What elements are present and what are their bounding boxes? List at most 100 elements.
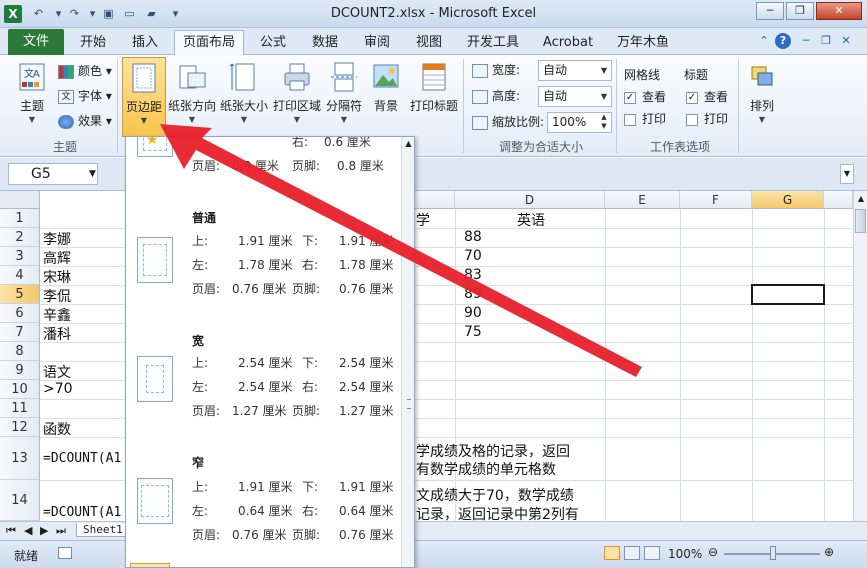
cell-a2[interactable]: 李娜 <box>43 229 71 249</box>
scrollbar-thumb[interactable] <box>855 209 866 233</box>
colors-button[interactable]: 颜色 ▾ <box>58 61 112 81</box>
themes-button[interactable]: 文 A 主题 ▼ <box>10 57 54 135</box>
row-header-4[interactable]: 4 <box>0 266 40 285</box>
cell-note14-line1[interactable]: 文成绩大于70，数学成绩 <box>416 485 574 505</box>
cell-d6[interactable]: 90 <box>464 305 482 321</box>
active-cell-g5[interactable] <box>751 284 825 305</box>
row-header-7[interactable]: 7 <box>0 323 40 342</box>
cell-a4[interactable]: 宋琳 <box>43 267 71 287</box>
last-sheet-icon[interactable]: ⏭ <box>56 524 66 538</box>
normal-view-icon[interactable] <box>604 546 620 560</box>
restore-button[interactable]: ❐ <box>786 2 814 20</box>
column-header-e[interactable]: E <box>605 191 680 209</box>
tab-developer[interactable]: 开发工具 <box>458 31 528 55</box>
scroll-up-icon[interactable]: ▲ <box>855 192 867 206</box>
page-layout-view-icon[interactable] <box>624 546 640 560</box>
headings-print-checkbox[interactable]: 打印 <box>686 109 728 129</box>
tab-page-layout[interactable]: 页面布局 <box>174 30 244 56</box>
cell-d5[interactable]: 89 <box>464 286 482 302</box>
height-select[interactable]: 自动 ▼ <box>538 86 612 107</box>
column-header-d[interactable]: D <box>455 191 605 209</box>
row-header-10[interactable]: 10 <box>0 380 40 399</box>
custom-margins-icon[interactable] <box>130 563 170 567</box>
headings-view-checkbox[interactable]: ✓ 查看 <box>686 87 728 107</box>
cell-a13[interactable]: =DCOUNT(A1 <box>43 451 121 466</box>
size-button[interactable]: 纸张大小 ▼ <box>220 57 268 135</box>
first-sheet-icon[interactable]: ⏮ <box>6 524 16 538</box>
print-area-button[interactable]: 打印区域 ▼ <box>272 57 322 135</box>
zoom-out-icon[interactable]: ⊖ <box>708 545 718 559</box>
margin-option-normal[interactable]: 普通 上: 1.91 厘米 下: 1.91 厘米 左: 1.78 厘米 右: 1… <box>126 201 401 311</box>
column-header-f[interactable]: F <box>680 191 752 209</box>
sheet-tab-sheet1[interactable]: Sheet1 <box>76 523 130 537</box>
workbook-minimize-icon[interactable]: ─ <box>798 33 814 49</box>
row-header-2[interactable]: 2 <box>0 228 40 247</box>
row-header-11[interactable]: 11 <box>0 399 40 418</box>
margin-option-last-custom[interactable]: ★ 右: 0.6 厘米 页眉: 0.8 厘米 页脚: 0.8 厘米 <box>126 137 401 181</box>
cell-a3[interactable]: 高辉 <box>43 248 71 268</box>
chevron-down-icon[interactable]: ▼ <box>89 164 96 184</box>
column-header-h[interactable] <box>824 191 853 209</box>
minimize-button[interactable]: ─ <box>756 2 784 20</box>
cell-a14[interactable]: =DCOUNT(A1 <box>43 505 121 520</box>
cell-d7[interactable]: 75 <box>464 324 482 340</box>
tab-insert[interactable]: 插入 <box>122 31 168 55</box>
cell-a5[interactable]: 李侃 <box>43 286 71 306</box>
page-break-view-icon[interactable] <box>644 546 660 560</box>
cell-a7[interactable]: 潘科 <box>43 324 71 344</box>
tab-view[interactable]: 视图 <box>406 31 452 55</box>
dropdown-scrollbar[interactable]: ▲ <box>401 137 414 567</box>
name-box[interactable]: G5 ▼ <box>8 163 98 185</box>
tab-formulas[interactable]: 公式 <box>250 31 296 55</box>
row-header-14[interactable]: 14 <box>0 480 40 521</box>
tab-file[interactable]: 文件 <box>8 29 64 55</box>
orientation-button[interactable]: 纸张方向 ▼ <box>168 57 216 135</box>
cell-c1[interactable]: 学 <box>416 210 430 230</box>
next-sheet-icon[interactable]: ▶ <box>40 524 48 537</box>
cell-d1[interactable]: 英语 <box>517 210 545 230</box>
row-header-6[interactable]: 6 <box>0 304 40 323</box>
margin-option-wide[interactable]: 宽 上: 2.54 厘米 下: 2.54 厘米 左: 2.54 厘米 右: 2.… <box>126 324 401 434</box>
select-all-corner[interactable] <box>0 191 40 209</box>
row-header-9[interactable]: 9 <box>0 361 40 380</box>
fonts-button[interactable]: 文字体 ▾ <box>58 86 112 106</box>
cell-note13-line2[interactable]: 有数学成绩的单元格数 <box>416 459 556 479</box>
cell-a10[interactable]: >70 <box>43 381 73 397</box>
tab-data[interactable]: 数据 <box>302 31 348 55</box>
workbook-close-icon[interactable]: ✕ <box>838 33 854 49</box>
background-button[interactable]: 背景 <box>366 57 406 135</box>
tab-review[interactable]: 审阅 <box>354 31 400 55</box>
zoom-level[interactable]: 100% <box>668 547 702 561</box>
margin-option-narrow[interactable]: 窄 上: 1.91 厘米 下: 1.91 厘米 左: 0.64 厘米 右: 0.… <box>126 446 401 556</box>
row-header-1[interactable]: 1 <box>0 209 40 228</box>
zoom-slider-thumb[interactable] <box>770 546 776 560</box>
cell-d4[interactable]: 83 <box>464 267 482 283</box>
cell-d2[interactable]: 88 <box>464 229 482 245</box>
close-button[interactable]: ✕ <box>816 2 862 20</box>
row-header-5[interactable]: 5 <box>0 285 40 304</box>
scroll-up-icon[interactable]: ▲ <box>402 139 414 151</box>
row-header-8[interactable]: 8 <box>0 342 40 361</box>
zoom-in-icon[interactable]: ⊕ <box>824 545 834 559</box>
tab-wannianmuyu[interactable]: 万年木鱼 <box>608 31 678 55</box>
help-icon[interactable]: ? <box>775 33 791 49</box>
row-header-3[interactable]: 3 <box>0 247 40 266</box>
scale-spinner[interactable]: 100% ▲ ▼ <box>547 112 612 133</box>
effects-button[interactable]: 效果 ▾ <box>58 111 112 131</box>
margins-button[interactable]: 页边距 ▼ <box>122 57 166 137</box>
column-header-g[interactable]: G <box>752 191 824 209</box>
tab-home[interactable]: 开始 <box>70 31 116 55</box>
workbook-restore-icon[interactable]: ❐ <box>818 33 834 49</box>
ribbon-minimize-icon[interactable]: ⌃ <box>756 33 772 49</box>
print-titles-button[interactable]: 打印标题 <box>408 57 460 135</box>
tab-acrobat[interactable]: Acrobat <box>536 31 600 55</box>
cell-note13-line1[interactable]: 学成绩及格的记录，返回 <box>416 441 570 461</box>
column-header-c[interactable] <box>415 191 455 209</box>
gridlines-view-checkbox[interactable]: ✓ 查看 <box>624 87 666 107</box>
row-header-12[interactable]: 12 <box>0 418 40 437</box>
breaks-button[interactable]: 分隔符 ▼ <box>324 57 364 135</box>
scroll-grip-icon[interactable] <box>407 399 411 409</box>
cell-a12[interactable]: 函数 <box>43 419 71 439</box>
expand-formula-bar-icon[interactable]: ▼ <box>840 164 854 184</box>
spinner-arrows-icon[interactable]: ▲ ▼ <box>597 113 611 132</box>
